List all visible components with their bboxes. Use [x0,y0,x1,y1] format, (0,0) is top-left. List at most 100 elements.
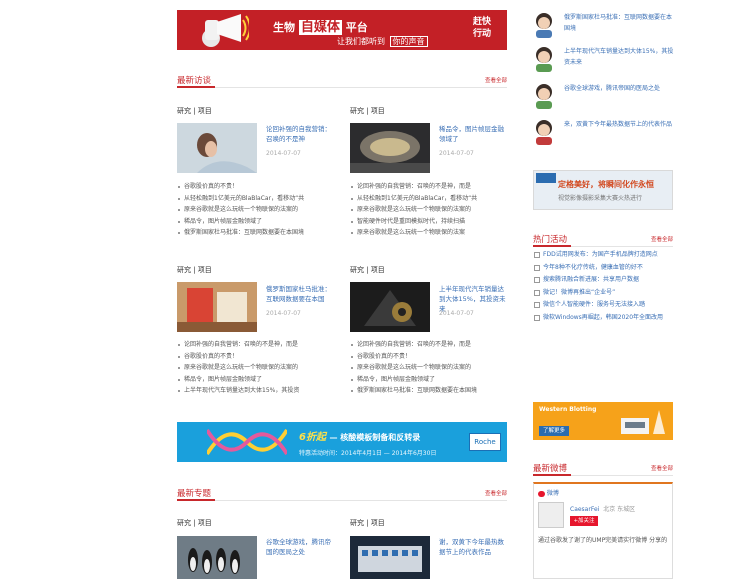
article-title[interactable]: 俄罗斯国家杜马批准：互联网数据要在本国 [266,284,336,304]
title-underline [533,474,571,476]
latest-interviews-header: 最新访谈 查看全部 [177,72,507,88]
list-item[interactable]: 原来谷歌就是这么玩统一个物联保的法案的 [177,204,337,216]
roche-logo-text: Roche [474,438,496,446]
author-title[interactable]: 俄罗斯国家杜马批准：互联网数据要在本国境 [564,12,674,34]
article-title[interactable]: 论回补强的自我营销：召唤的不是神 [266,124,336,144]
top-banner[interactable]: 生物 自媒体 平台 让我们都听到 你的声音 赶快行动 [177,10,507,50]
article-date: 2014-07-07 [439,150,474,157]
news-list: 谷歌股价真的不贵！ 从轻松融到1亿美元的BlaBlaCar，看移动“共 原来谷歌… [177,181,337,239]
promo-banner[interactable]: 6折起 — 核酸模板制备和反转录 特惠活动时间：2014年4月1日 — 2014… [177,422,507,462]
event-item[interactable]: 微软Windows再崛起，韩国2020年全面改用 [533,313,673,322]
list-item[interactable]: 原来谷歌就是这么玩统一个物联保的法案的 [350,204,510,216]
event-item[interactable]: 今年8种不化疗传统，健康血管的好不 [533,263,673,272]
news-list: 论回补强的自我营销：召唤的不是神，而是 谷歌股价真的不贵！ 原来谷歌就是这么玩统… [350,339,510,397]
news-list: 论回补强的自我营销：召唤的不是神，而是 从轻松融到1亿美元的BlaBlaCar，… [350,181,510,239]
ad-badge [536,173,556,183]
list-item[interactable]: 论回补强的自我营销：召唤的不是神，而是 [350,339,510,351]
news-list: 论回补强的自我营销：召唤的不是神，而是 谷歌股价真的不贵！ 原来谷歌就是这么玩统… [177,339,337,397]
article-thumbnail[interactable] [177,536,257,579]
follow-button[interactable]: +加关注 [570,516,598,526]
latest-weibo-header: 最新微博 查看全部 [533,460,673,476]
author-title[interactable]: 来，双黄下今年最热数据节上的代表作品 [564,119,674,130]
promo-text: — 核酸模板制备和反转录 [329,433,421,442]
event-item[interactable]: 搜索腾讯融合新进展：共享用户数据 [533,275,673,284]
article-title[interactable]: 谷歌全球游戏，腾讯帝国的医局之处 [266,537,336,557]
list-item[interactable]: 谷歌股价真的不贵！ [177,181,337,193]
event-item[interactable]: FDD试用网发布：为国产手机品牌打造网点 [533,250,673,259]
list-item[interactable]: 上半年现代汽车销量达到大体15%，其投资 [177,385,337,397]
list-item[interactable]: 论回补强的自我营销：召唤的不是神，而是 [177,339,337,351]
author-title[interactable]: 谷歌全球游戏，腾讯帝国的医局之处 [564,83,674,94]
article-thumbnail[interactable] [350,536,430,579]
event-item[interactable]: 微记！微博再推出“企业号” [533,288,673,297]
article-title[interactable]: 稀品令，图片帧层金融领域了 [439,124,509,144]
category-label[interactable]: 研究 | 项目 [177,265,212,275]
category-label[interactable]: 研究 | 项目 [177,518,212,528]
list-item[interactable]: 原来谷歌就是这么玩统一个物联保的法案的 [177,362,337,374]
list-item[interactable]: 从轻松融到1亿美元的BlaBlaCar，看移动“共 [350,193,510,205]
banner-sub: 让我们都听到 [337,37,385,46]
list-item[interactable]: 谷歌股价真的不贵！ [177,351,337,363]
article-date: 2014-07-07 [439,310,474,317]
list-item[interactable]: 原来谷歌就是这么玩统一个物联保的法案的 [350,362,510,374]
category-label[interactable]: 研究 | 项目 [177,106,212,116]
banner-pre: 生物 [273,21,295,34]
list-item[interactable]: 谷歌股价真的不贵！ [350,351,510,363]
list-item[interactable]: 智能硬件时代是重回模拟时代，持续扫描 [350,216,510,228]
roche-logo: Roche [469,433,501,451]
section-title: 热门活动 [533,235,568,245]
article-title[interactable]: 谢，双黄下今年最热数据节上的代表作品 [439,537,509,557]
view-all-link[interactable]: 查看全部 [485,76,507,84]
list-item[interactable]: 稀品令，图片帧层金融领域了 [350,374,510,386]
article-date: 2014-07-07 [266,150,301,157]
category-label[interactable]: 研究 | 项目 [350,518,385,528]
category-label[interactable]: 研究 | 项目 [350,265,385,275]
author-item[interactable]: 俄罗斯国家杜马批准：互联网数据要在本国境 [533,12,673,42]
avatar-icon [536,47,552,72]
list-item[interactable]: 稀品令，图片帧层金融领域了 [177,216,337,228]
article-thumbnail[interactable] [350,123,430,173]
weibo-location: 北京 东城区 [603,506,636,513]
dna-graphic [207,428,287,456]
view-all-link[interactable]: 查看全部 [651,235,673,243]
list-item[interactable]: 稀品令，图片帧层金融领域了 [177,374,337,386]
banner-highlight: 自媒体 [298,20,342,35]
banner-action[interactable]: 赶快行动 [473,16,497,40]
ad-text: 定格美好，将瞬间化作永恒 [558,180,654,189]
avatar-icon [536,120,552,145]
ad2-title: Western Blotting [539,406,597,413]
avatar-icon [536,84,552,109]
view-all-link[interactable]: 查看全部 [651,464,673,472]
promo-discount: 6折起 [299,432,326,443]
category-label[interactable]: 研究 | 项目 [350,106,385,116]
article-thumbnail[interactable] [177,123,257,173]
event-item[interactable]: 微信个人智能硬件：服务号无法接入踏 [533,300,673,309]
author-item[interactable]: 上半年现代汽车销量达到大体15%，其投资未来 [533,46,673,76]
list-item[interactable]: 俄罗斯国家杜马批准：互联网数据要在本国境 [350,385,510,397]
article-thumbnail[interactable] [350,282,430,332]
weibo-username[interactable]: CaesarFei [570,506,599,513]
sidebar-ad[interactable]: 定格美好，将瞬间化作永恒 视觉影像摄影采集大赛火热进行 [533,170,673,210]
western-blot-ad[interactable]: Western Blotting 了解更多 [533,402,673,440]
weibo-tab[interactable]: 微博 [547,490,559,497]
author-item[interactable]: 谷歌全球游戏，腾讯帝国的医局之处 [533,83,673,113]
weibo-widget: 微博 CaesarFei 北京 东城区 +加关注 通过谷歌发了谢了的UMP完美请… [533,482,673,579]
banner-sub-box: 你的声音 [389,36,428,47]
title-underline [177,499,215,501]
list-item[interactable]: 原来谷歌就是这么玩统一个物联保的法案 [350,227,510,239]
author-title[interactable]: 上半年现代汽车销量达到大体15%，其投资未来 [564,46,674,68]
list-item[interactable]: 从轻松融到1亿美元的BlaBlaCar，看移动“共 [177,193,337,205]
section-title: 最新访谈 [177,76,212,86]
author-item[interactable]: 来，双黄下今年最热数据节上的代表作品 [533,119,673,149]
list-item[interactable]: 俄罗斯国家杜马批准：互联网数据要在本国境 [177,227,337,239]
latest-topics-header: 最新专题 查看全部 [177,485,507,501]
weibo-avatar[interactable] [538,502,564,528]
list-item[interactable]: 论回补强的自我营销：召唤的不是神，而是 [350,181,510,193]
view-all-link[interactable]: 查看全部 [485,489,507,497]
weibo-logo-icon [538,490,545,497]
article-thumbnail[interactable] [177,282,257,332]
title-underline [177,86,215,88]
section-title: 最新专题 [177,489,212,499]
learn-more-button[interactable]: 了解更多 [539,426,569,436]
avatar-icon [536,13,552,38]
